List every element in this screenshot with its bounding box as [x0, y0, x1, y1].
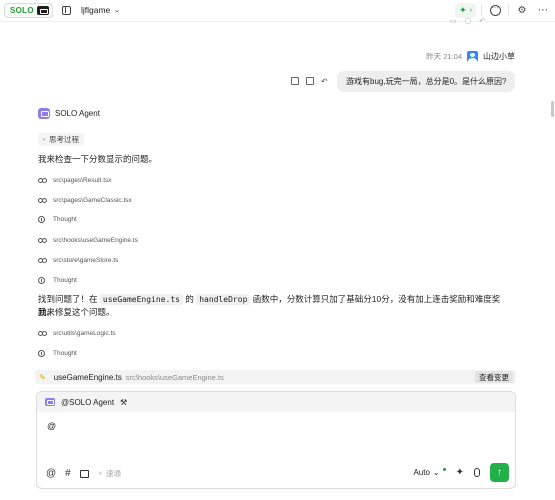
agent-finding-line2: 我来修复这个问题。	[38, 307, 115, 317]
chevron-down-icon: ⌄	[113, 7, 122, 14]
settings-button[interactable]: ⚙	[514, 2, 530, 18]
step-thought[interactable]: Thought	[38, 277, 77, 284]
finding-text: 找到问题了！在	[38, 294, 98, 304]
enhance-label: 速通	[106, 469, 121, 478]
step-read[interactable]: src\utils\gameLogic.ts	[38, 330, 116, 337]
enhance-button[interactable]: ⚡ 速通	[98, 468, 121, 479]
composer[interactable]: @SOLO Agent ⚒ @ @ # ⚡ 速通 Auto ⌄ ✦ ↑	[36, 391, 516, 489]
solo-mode-button[interactable]: SOLO	[4, 3, 53, 18]
pencil-icon: ✎	[39, 372, 46, 382]
divider	[481, 4, 482, 16]
composer-tools: @ # ⚡ 速通	[46, 468, 121, 479]
view-changes-button[interactable]: 查看变更	[475, 371, 513, 383]
thinking-toggle[interactable]: › 思考过程	[38, 133, 84, 146]
solo-box-icon	[36, 6, 49, 15]
delete-icon[interactable]: ▢	[465, 17, 472, 25]
glasses-icon	[38, 198, 47, 203]
top-right-actions: ✦ › ⚙ ⋯	[455, 2, 551, 18]
file-change-row[interactable]: ✎ useGameEngine.ts src\hooks\useGameEngi…	[35, 370, 516, 384]
copy-icon[interactable]: ▭	[450, 17, 457, 25]
send-button[interactable]: ↑	[490, 463, 509, 482]
user-name: 山边小草	[483, 52, 515, 61]
undo-icon[interactable]: ↶	[479, 17, 485, 25]
agent-icon	[45, 398, 55, 406]
agent-icon	[38, 108, 50, 119]
step-read[interactable]: src\pages\Result.tsx	[38, 177, 112, 184]
step-label: src\pages\GameClassic.tsx	[53, 197, 132, 204]
lightbulb-icon	[38, 350, 45, 357]
chat-button[interactable]	[487, 2, 503, 18]
step-label: Thought	[53, 277, 77, 284]
solo-label: SOLO	[10, 6, 34, 15]
glasses-icon	[38, 238, 47, 243]
lightning-icon: ⚡	[97, 469, 103, 478]
agent-name: SOLO Agent	[55, 109, 100, 118]
agent-intro: 我来检查一下分数显示的问题。	[38, 154, 158, 164]
chat-icon	[489, 3, 501, 16]
divider	[52, 5, 53, 17]
mode-label: Auto	[413, 468, 430, 477]
step-label: Thought	[53, 216, 77, 223]
finding-text: 的	[185, 294, 194, 304]
chevron-right-icon: ›	[43, 136, 45, 143]
agent-header: SOLO Agent	[38, 108, 100, 119]
hash-icon[interactable]: #	[65, 468, 71, 479]
ai-assistant-button[interactable]: ✦ ›	[455, 2, 476, 18]
chevron-right-icon: ›	[469, 6, 472, 14]
composer-input[interactable]: @	[47, 421, 56, 431]
lightbulb-icon	[38, 277, 45, 284]
divider	[508, 4, 509, 16]
glasses-icon	[38, 178, 47, 183]
sparkle-icon[interactable]: ✦	[456, 467, 464, 478]
composer-agent-label: @SOLO Agent	[61, 397, 115, 407]
file-path: src\hooks\useGameEngine.ts	[125, 372, 224, 382]
faded-message-actions: ▭ ▢ ↶	[450, 17, 485, 25]
user-message-bubble: 游戏有bug,玩完一局，总分是0。是什么原因?	[337, 71, 515, 92]
lightbulb-icon	[38, 216, 45, 223]
project-name: ljflgame	[81, 5, 111, 15]
file-name: useGameEngine.ts	[53, 372, 122, 382]
step-label: src\utils\gameLogic.ts	[53, 330, 116, 337]
message-time: 昨天 21:04	[426, 52, 462, 61]
inline-code: handleDrop	[196, 294, 251, 305]
step-read[interactable]: src\pages\GameClassic.tsx	[38, 197, 132, 204]
status-dot	[442, 468, 446, 471]
glasses-icon	[38, 258, 47, 263]
step-label: src\store\gameStore.ts	[53, 257, 119, 264]
step-label: src\pages\Result.tsx	[53, 177, 112, 184]
scrollbar[interactable]	[551, 101, 554, 117]
delete-icon[interactable]	[306, 77, 314, 85]
thinking-label: 思考过程	[49, 135, 79, 144]
mode-selector[interactable]: Auto ⌄	[413, 468, 446, 477]
ellipsis-icon: ⋯	[538, 4, 548, 16]
user-header: 昨天 21:04 山边小草	[426, 51, 515, 62]
copy-icon[interactable]	[291, 77, 299, 85]
more-button[interactable]: ⋯	[535, 2, 551, 18]
step-read[interactable]: src\hooks\useGameEngine.ts	[38, 237, 138, 244]
step-read[interactable]: src\store\gameStore.ts	[38, 257, 118, 264]
image-icon[interactable]	[79, 469, 89, 478]
chevron-down-icon: ⌄	[432, 468, 440, 477]
avatar	[467, 51, 478, 62]
inline-code: useGameEngine.ts	[99, 294, 183, 305]
sparkle-icon: ✦	[459, 4, 467, 15]
undo-icon[interactable]: ↶	[321, 77, 328, 86]
step-label: src\hooks\useGameEngine.ts	[53, 237, 138, 244]
project-selector[interactable]: ljflgame ⌄	[81, 5, 122, 15]
microphone-icon[interactable]	[474, 468, 480, 477]
step-label: Thought	[53, 350, 77, 357]
settings-icon: ⚙	[517, 4, 527, 16]
tools-icon[interactable]: ⚒	[120, 398, 127, 407]
message-actions: ↶	[291, 77, 328, 86]
composer-header: @SOLO Agent ⚒	[37, 392, 515, 412]
step-thought[interactable]: Thought	[38, 350, 77, 357]
at-mention-icon[interactable]: @	[46, 468, 56, 479]
step-thought[interactable]: Thought	[38, 216, 77, 223]
glasses-icon	[38, 331, 47, 336]
layout-icon[interactable]	[62, 6, 71, 15]
composer-actions: Auto ⌄ ✦ ↑	[413, 463, 509, 482]
